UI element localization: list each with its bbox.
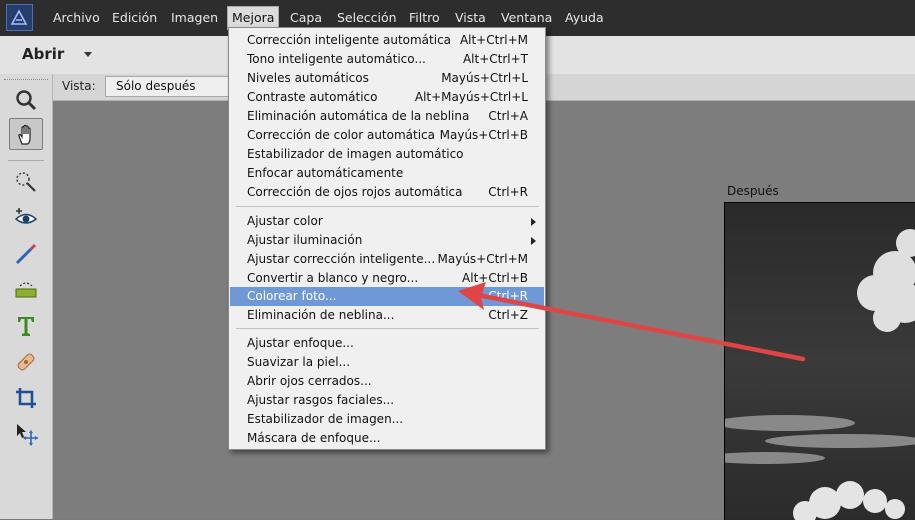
menu-item-auto-color-correction[interactable]: Corrección de color automática Mayús+Ctrl… xyxy=(230,126,544,145)
view-label: Vista: xyxy=(62,79,96,93)
menu-item-auto-shake-reduction[interactable]: Estabilizador de imagen automático xyxy=(230,145,544,164)
move-tool-icon[interactable] xyxy=(9,418,43,450)
menu-edicion[interactable]: Edición xyxy=(108,6,161,30)
menu-item-smooth-skin[interactable]: Suavizar la piel... xyxy=(230,353,544,372)
menu-item-haze-removal[interactable]: Eliminación de neblina... Ctrl+Z xyxy=(230,306,544,325)
red-eye-tool-icon[interactable] xyxy=(9,202,43,234)
straighten-tool-icon[interactable] xyxy=(9,274,43,306)
menu-item-auto-levels[interactable]: Niveles automáticos Mayús+Ctrl+L xyxy=(230,69,544,88)
enhance-menu: Corrección inteligente automática Alt+Ctr… xyxy=(228,27,546,450)
menu-separator xyxy=(236,328,539,329)
zoom-tool-icon[interactable] xyxy=(9,84,43,116)
hand-tool-icon[interactable] xyxy=(9,118,43,150)
menu-item-adjust-sharpness[interactable]: Ajustar enfoque... xyxy=(230,334,544,353)
menu-item-auto-contrast[interactable]: Contraste automático Alt+Mayús+Ctrl+L xyxy=(230,88,544,107)
submenu-arrow-icon xyxy=(531,218,536,226)
after-label: Después xyxy=(727,184,779,198)
menu-item-auto-haze-removal[interactable]: Eliminación automática de la neblina Ctrl… xyxy=(230,107,544,126)
menu-ayuda[interactable]: Ayuda xyxy=(561,6,608,30)
menu-item-shake-reduction[interactable]: Estabilizador de imagen... xyxy=(230,410,544,429)
menu-item-adjust-smart-fix[interactable]: Ajustar corrección inteligente... Mayús+C… xyxy=(230,250,544,269)
menu-item-adjust-facial-features[interactable]: Ajustar rasgos faciales... xyxy=(230,391,544,410)
menu-item-convert-black-white[interactable]: Convertir a blanco y negro... Alt+Ctrl+B xyxy=(230,269,544,288)
whiten-teeth-brush-icon[interactable] xyxy=(9,238,43,270)
menu-item-unsharp-mask[interactable]: Máscara de enfoque... xyxy=(230,429,544,448)
menu-separator xyxy=(236,206,539,207)
menu-item-auto-smart-fix[interactable]: Corrección inteligente automática Alt+Ctr… xyxy=(230,31,544,50)
photo-preview xyxy=(724,202,915,520)
crop-tool-icon[interactable] xyxy=(9,382,43,414)
menu-item-auto-red-eye-fix[interactable]: Corrección de ojos rojos automática Ctrl+… xyxy=(230,183,544,202)
menu-item-adjust-lighting[interactable]: Ajustar iluminación xyxy=(230,231,544,250)
view-select-value: Sólo después xyxy=(116,79,196,93)
menu-archivo[interactable]: Archivo xyxy=(49,6,104,30)
spot-healing-tool-icon[interactable] xyxy=(9,346,43,378)
menu-item-auto-sharpen[interactable]: Enfocar automáticamente xyxy=(230,164,544,183)
menu-imagen[interactable]: Imagen xyxy=(167,6,222,30)
menu-item-auto-smart-tone[interactable]: Tono inteligente automático... Alt+Ctrl+T xyxy=(230,50,544,69)
menu-item-open-closed-eyes[interactable]: Abrir ojos cerrados... xyxy=(230,372,544,391)
type-tool-icon[interactable] xyxy=(9,310,43,342)
menu-item-colorize-photo[interactable]: Colorear foto... Ctrl+R xyxy=(230,287,544,306)
submenu-arrow-icon xyxy=(531,237,536,245)
app-logo-icon[interactable] xyxy=(6,4,33,31)
chevron-down-icon[interactable] xyxy=(84,52,92,57)
open-button[interactable]: Abrir xyxy=(22,45,64,63)
tool-divider xyxy=(8,160,44,161)
quick-selection-tool-icon[interactable] xyxy=(9,166,43,198)
menu-item-adjust-color[interactable]: Ajustar color xyxy=(230,212,544,231)
tools-panel xyxy=(0,74,53,519)
